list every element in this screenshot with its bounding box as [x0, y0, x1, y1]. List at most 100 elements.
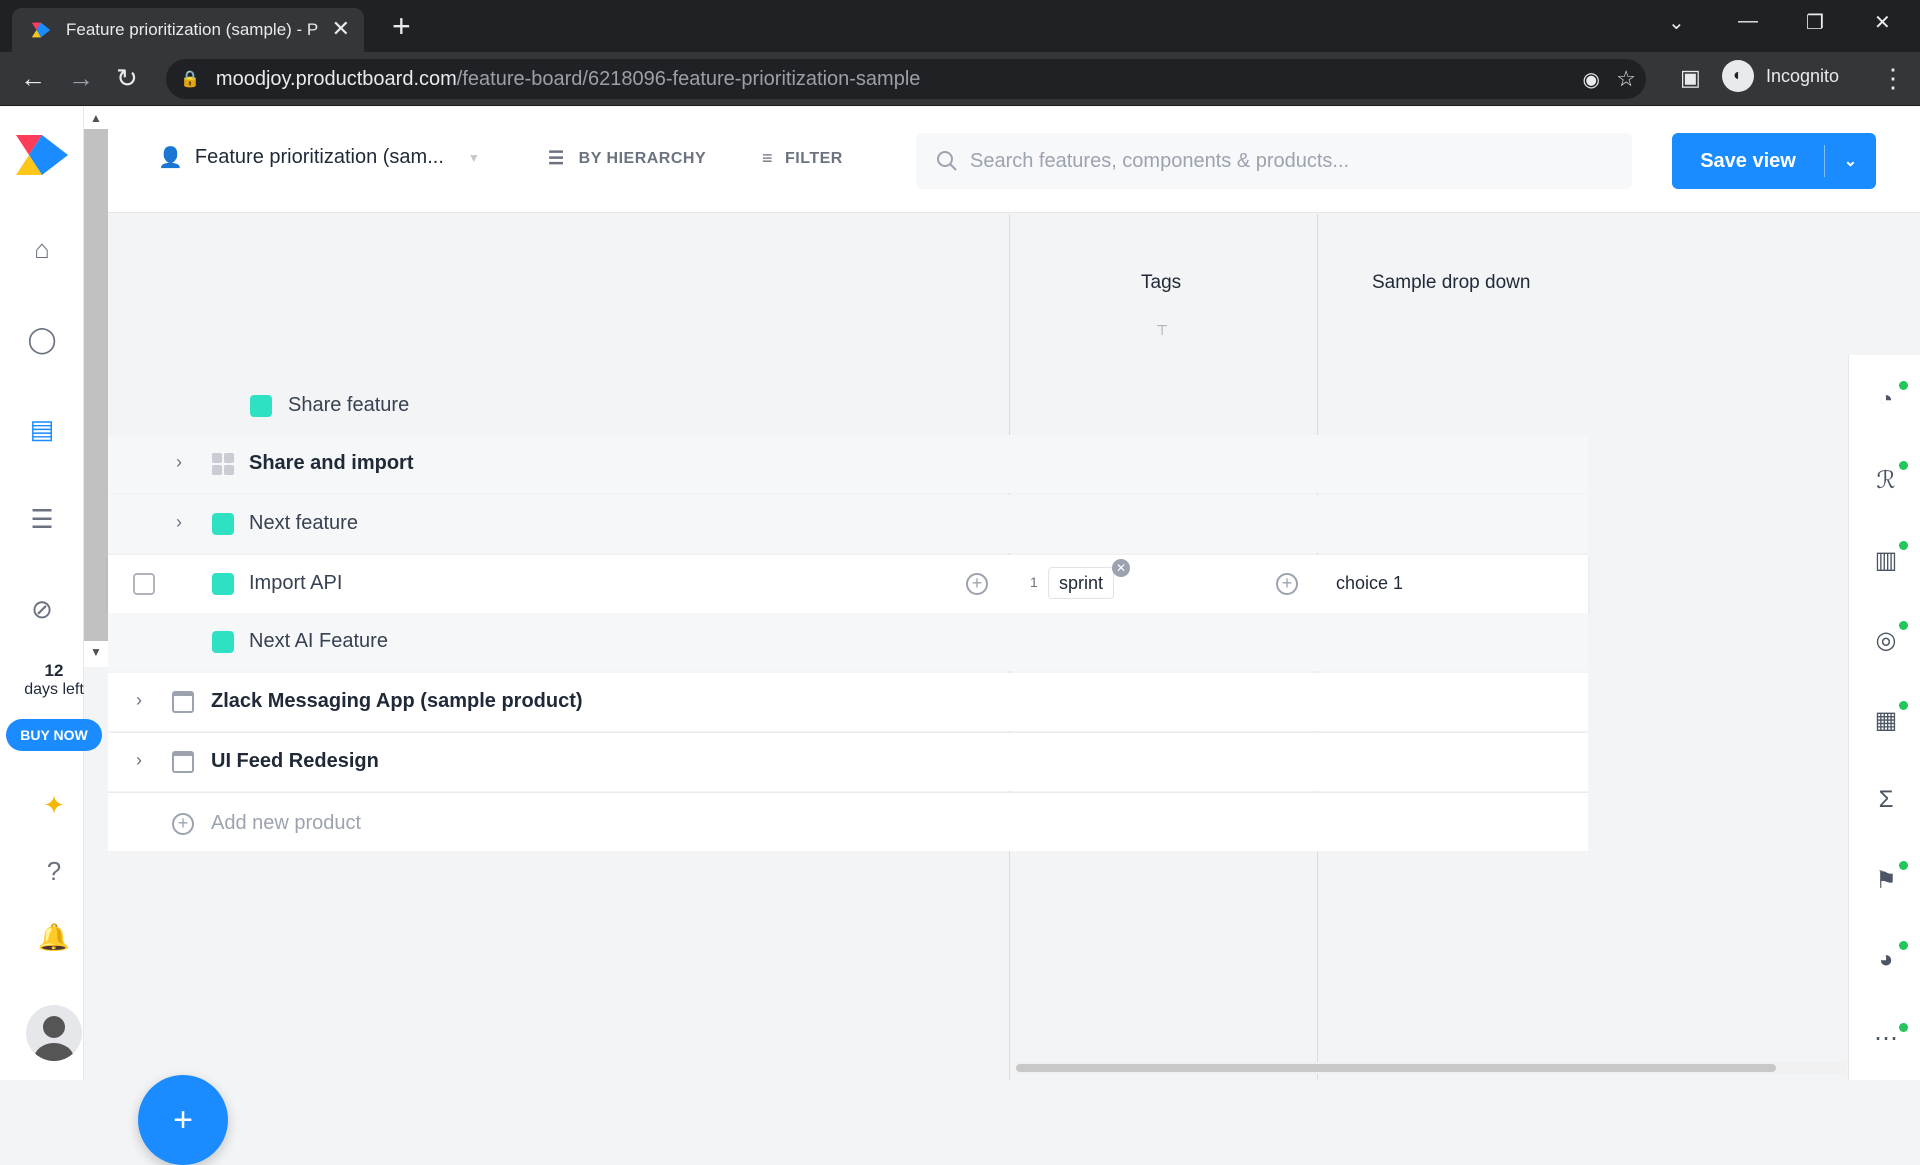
user-impact-icon[interactable]: ℛ — [1871, 465, 1901, 495]
search-input[interactable] — [970, 149, 1610, 173]
sidebar-scrollbar-thumb[interactable] — [84, 129, 108, 641]
table-grid-icon[interactable]: ▦ — [1871, 705, 1901, 735]
dropdown-value[interactable]: choice 1 — [1336, 573, 1403, 594]
minimize-icon[interactable]: — — [1738, 10, 1758, 33]
status-dot — [1899, 541, 1908, 550]
create-button[interactable]: + — [138, 1075, 228, 1165]
status-dot — [1899, 621, 1908, 630]
progress-icon[interactable]: ◔ — [1871, 385, 1901, 415]
remove-tag-icon[interactable]: ✕ — [1112, 559, 1130, 577]
tag-chip[interactable]: sprint — [1048, 567, 1115, 599]
bookmark-star-icon[interactable]: ☆ — [1616, 66, 1636, 92]
browser-menu-icon[interactable]: ⋮ — [1880, 64, 1906, 92]
restore-icon[interactable]: ❐ — [1806, 10, 1824, 35]
feature-name[interactable]: Next AI Feature — [249, 630, 388, 653]
portal-icon[interactable]: ⊘ — [24, 591, 60, 627]
buy-now-button[interactable]: BUY NOW — [6, 719, 102, 751]
forward-icon[interactable]: → — [68, 64, 94, 92]
reload-icon[interactable]: ↻ — [116, 64, 138, 92]
view-selector[interactable]: 👤 Feature prioritization (sam... ▼ — [158, 145, 480, 170]
filter-button[interactable]: ≡ FILTER — [762, 148, 843, 169]
scroll-up-icon[interactable]: ▲ — [90, 111, 102, 125]
tab-search-icon[interactable]: ⌄ — [1668, 10, 1685, 35]
feature-name[interactable]: Share feature — [288, 394, 409, 417]
columns-bars-icon[interactable]: ▥ — [1871, 545, 1901, 575]
status-dot — [1899, 861, 1908, 870]
productboard-favicon — [31, 22, 51, 38]
save-view-button[interactable]: Save view ⌄ — [1672, 133, 1876, 189]
add-product-row[interactable]: + Add new product — [108, 793, 1588, 851]
notifications-bell-icon[interactable]: 🔔 — [36, 919, 72, 955]
add-subfeature-icon[interactable]: + — [966, 573, 988, 595]
flag-icon[interactable]: ⚑ — [1871, 865, 1901, 895]
tracking-eye-icon[interactable]: ◉ — [1583, 67, 1600, 92]
chevron-right-icon[interactable]: › — [136, 690, 142, 711]
url-path: /feature-board/6218096-feature-prioritiz… — [456, 67, 921, 90]
save-options-chevron-icon[interactable]: ⌄ — [1825, 151, 1876, 171]
table-row[interactable]: Share feature — [108, 377, 1588, 435]
sum-formula-icon[interactable]: Σ — [1871, 785, 1901, 815]
status-dot — [1899, 941, 1908, 950]
incognito-profile[interactable]: ◐ Incognito — [1722, 60, 1839, 92]
browser-titlebar: Feature prioritization (sample) - P ✕ + … — [0, 0, 1920, 52]
status-dot — [1899, 1023, 1908, 1032]
add-tag-icon[interactable]: + — [1276, 573, 1298, 595]
filter-label: FILTER — [785, 149, 843, 167]
chevron-right-icon[interactable]: › — [136, 750, 142, 771]
url-host: moodjoy.productboard.com — [215, 67, 457, 90]
hierarchy-button[interactable]: ☰ BY HIERARCHY — [548, 148, 706, 169]
address-bar[interactable]: 🔒 moodjoy.productboard.com /feature-boar… — [166, 59, 1646, 99]
table-row[interactable]: Next AI Feature — [108, 613, 1588, 671]
features-board-icon[interactable]: ▤ — [24, 411, 60, 447]
feature-name[interactable]: Next feature — [249, 512, 358, 535]
chevron-right-icon[interactable]: › — [176, 512, 182, 533]
incognito-icon: ◐ — [1722, 60, 1754, 92]
product-name[interactable]: UI Feed Redesign — [211, 750, 379, 773]
home-icon[interactable]: ⌂ — [24, 231, 60, 267]
user-avatar[interactable] — [26, 1005, 82, 1061]
add-product-label: Add new product — [211, 812, 362, 834]
roadmap-icon[interactable]: ☰ — [24, 501, 60, 537]
browser-tab[interactable]: Feature prioritization (sample) - P ✕ — [12, 8, 364, 52]
table-row[interactable]: › Zlack Messaging App (sample product) — [108, 673, 1588, 731]
sparkle-icon[interactable]: ✦ — [36, 787, 72, 823]
scroll-down-icon[interactable]: ▼ — [90, 645, 102, 659]
table-row[interactable]: › UI Feed Redesign — [108, 733, 1588, 791]
table-row[interactable]: › Share and import — [108, 435, 1588, 493]
close-tab-icon[interactable]: ✕ — [332, 18, 350, 40]
horizontal-scrollbar-thumb[interactable] — [1016, 1064, 1776, 1072]
check-progress-icon[interactable]: ◕ — [1871, 945, 1901, 975]
new-tab-icon[interactable]: + — [392, 10, 411, 42]
back-icon[interactable]: ← — [20, 64, 46, 92]
productboard-logo[interactable] — [14, 133, 70, 177]
board-toolbar: 👤 Feature prioritization (sam... ▼ ☰ BY … — [108, 107, 1920, 213]
table-row[interactable]: Import API + 1 sprint ✕ + choice 1 — [108, 555, 1588, 613]
lock-icon: 🔒 — [180, 71, 200, 88]
plus-icon: + — [173, 1100, 193, 1139]
feature-name[interactable]: Import API — [249, 572, 342, 595]
status-dot — [1899, 381, 1908, 390]
table-row[interactable]: › Next feature — [108, 495, 1588, 553]
browser-toolbar: ← → ↻ 🔒 moodjoy.productboard.com /featur… — [0, 52, 1920, 106]
save-view-label: Save view — [1700, 149, 1796, 172]
row-checkbox[interactable] — [133, 573, 155, 595]
dropdown-column-header[interactable]: Sample drop down — [1372, 272, 1530, 294]
tag-count: 1 — [1030, 574, 1038, 590]
feature-icon — [250, 395, 272, 417]
side-panel-icon[interactable]: ▣ — [1680, 64, 1701, 92]
help-icon[interactable]: ? — [36, 853, 72, 889]
feature-icon — [212, 573, 234, 595]
close-window-icon[interactable]: ✕ — [1874, 10, 1891, 35]
component-name[interactable]: Share and import — [249, 452, 413, 475]
column-filter-icon[interactable]: ⊤ — [1156, 322, 1168, 339]
target-icon[interactable]: ◎ — [1871, 625, 1901, 655]
feature-icon — [212, 513, 234, 535]
more-options-icon[interactable]: ⋯ — [1871, 1023, 1901, 1053]
product-name[interactable]: Zlack Messaging App (sample product) — [211, 690, 583, 713]
insights-bulb-icon[interactable]: ◯ — [24, 321, 60, 357]
hierarchy-label: BY HIERARCHY — [578, 149, 707, 167]
horizontal-scrollbar[interactable] — [1016, 1062, 1846, 1074]
chevron-right-icon[interactable]: › — [176, 452, 182, 473]
tags-column-header[interactable]: Tags — [1141, 272, 1181, 294]
feature-icon — [212, 631, 234, 653]
